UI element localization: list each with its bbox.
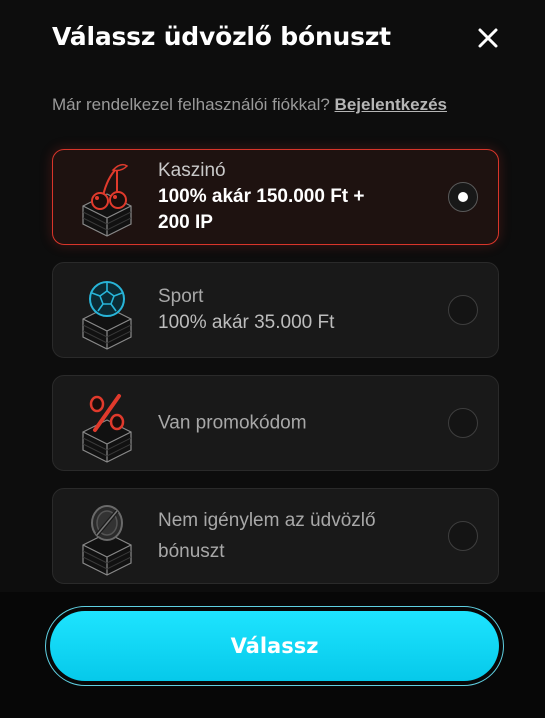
- option-text: Sport 100% akár 35.000 Ft: [158, 284, 398, 336]
- option-title: Sport: [158, 286, 204, 307]
- modal-footer: Válassz: [0, 592, 545, 718]
- bonus-option-no-bonus[interactable]: Nem igénylem az üdvözlő bónuszt: [52, 488, 499, 584]
- bonus-option-casino[interactable]: Kaszinó 100% akár 150.000 Ft + 200 IP: [52, 149, 499, 245]
- option-title: Kaszinó: [158, 160, 226, 181]
- option-title: Van promokódom: [158, 412, 307, 434]
- bonus-option-promo-code[interactable]: Van promokódom: [52, 375, 499, 471]
- login-prompt-text: Már rendelkezel felhasználói fiókkal?: [52, 95, 330, 114]
- radio-button[interactable]: [448, 182, 478, 212]
- submit-button-frame: Válassz: [45, 606, 504, 686]
- modal-header: Válassz üdvözlő bónuszt: [52, 20, 502, 60]
- submit-button[interactable]: Válassz: [50, 611, 499, 681]
- option-subtitle: 100% akár 150.000 Ft + 200 IP: [158, 186, 365, 233]
- soccer-ball-icon: [73, 269, 141, 353]
- option-subtitle: 100% akár 35.000 Ft: [158, 312, 335, 333]
- option-title: Nem igénylem az üdvözlő bónuszt: [158, 510, 376, 562]
- cherries-icon: [73, 156, 141, 240]
- bonus-options: Kaszinó 100% akár 150.000 Ft + 200 IP Sp…: [52, 149, 499, 601]
- login-link[interactable]: Bejelentkezés: [335, 95, 447, 114]
- option-text: Nem igénylem az üdvözlő bónuszt: [158, 505, 398, 567]
- radio-button[interactable]: [448, 521, 478, 551]
- login-prompt: Már rendelkezel felhasználói fiókkal? Be…: [52, 95, 447, 115]
- option-text: Kaszinó 100% akár 150.000 Ft + 200 IP: [158, 158, 398, 236]
- radio-button[interactable]: [448, 295, 478, 325]
- modal-title: Válassz üdvözlő bónuszt: [52, 22, 391, 51]
- bonus-option-sport[interactable]: Sport 100% akár 35.000 Ft: [52, 262, 499, 358]
- radio-button[interactable]: [448, 408, 478, 438]
- radio-selected-dot: [458, 192, 468, 202]
- no-bonus-coin-icon: [73, 495, 141, 579]
- close-button[interactable]: [474, 24, 502, 52]
- close-icon: [478, 28, 498, 48]
- percent-icon: [73, 382, 141, 466]
- option-text: Van promokódom: [158, 408, 398, 439]
